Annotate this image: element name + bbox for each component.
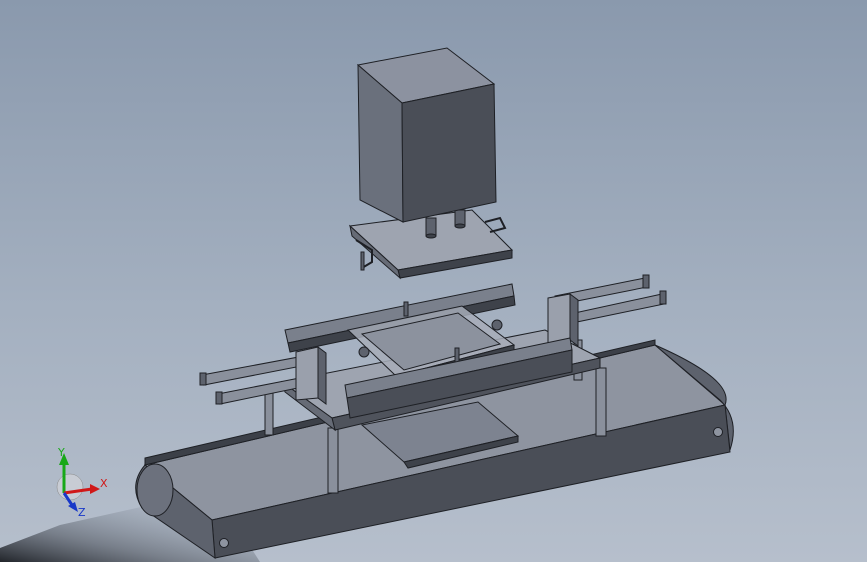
tray-bolt-right <box>491 319 503 331</box>
frame-leg-front-right <box>595 367 607 437</box>
cad-viewport[interactable]: Y X Z <box>0 0 867 562</box>
frame-leg-back-left <box>264 389 274 436</box>
tray-pin-center <box>454 347 460 363</box>
frame-leg-front-left <box>327 427 339 494</box>
rod-left-upper-cap <box>199 372 207 386</box>
tray-bolt-left <box>358 346 370 358</box>
clamp-left-side <box>317 346 327 405</box>
motor-box[interactable] <box>356 47 497 223</box>
rod-right-lower-cap <box>659 290 667 305</box>
plate-stud <box>360 251 365 271</box>
left-axle-bolt <box>219 538 229 548</box>
motor-box-front <box>401 83 497 223</box>
machine-assembly-model[interactable]: Y X Z <box>0 0 867 562</box>
right-axle-bolt <box>713 427 723 437</box>
coordinate-triad-icon: Y X Z <box>56 446 108 519</box>
conveyor-left-end-cap <box>136 463 174 517</box>
z-axis-label: Z <box>78 506 86 519</box>
clamp-right-side <box>569 293 579 347</box>
x-axis-label: X <box>100 477 108 490</box>
back-rail-pin <box>403 301 409 317</box>
rod-right-upper-cap <box>642 274 650 289</box>
y-axis-label: Y <box>57 446 65 459</box>
rod-left-lower-cap <box>215 391 223 405</box>
clamp-right <box>547 293 571 346</box>
clamp-left <box>295 346 319 401</box>
